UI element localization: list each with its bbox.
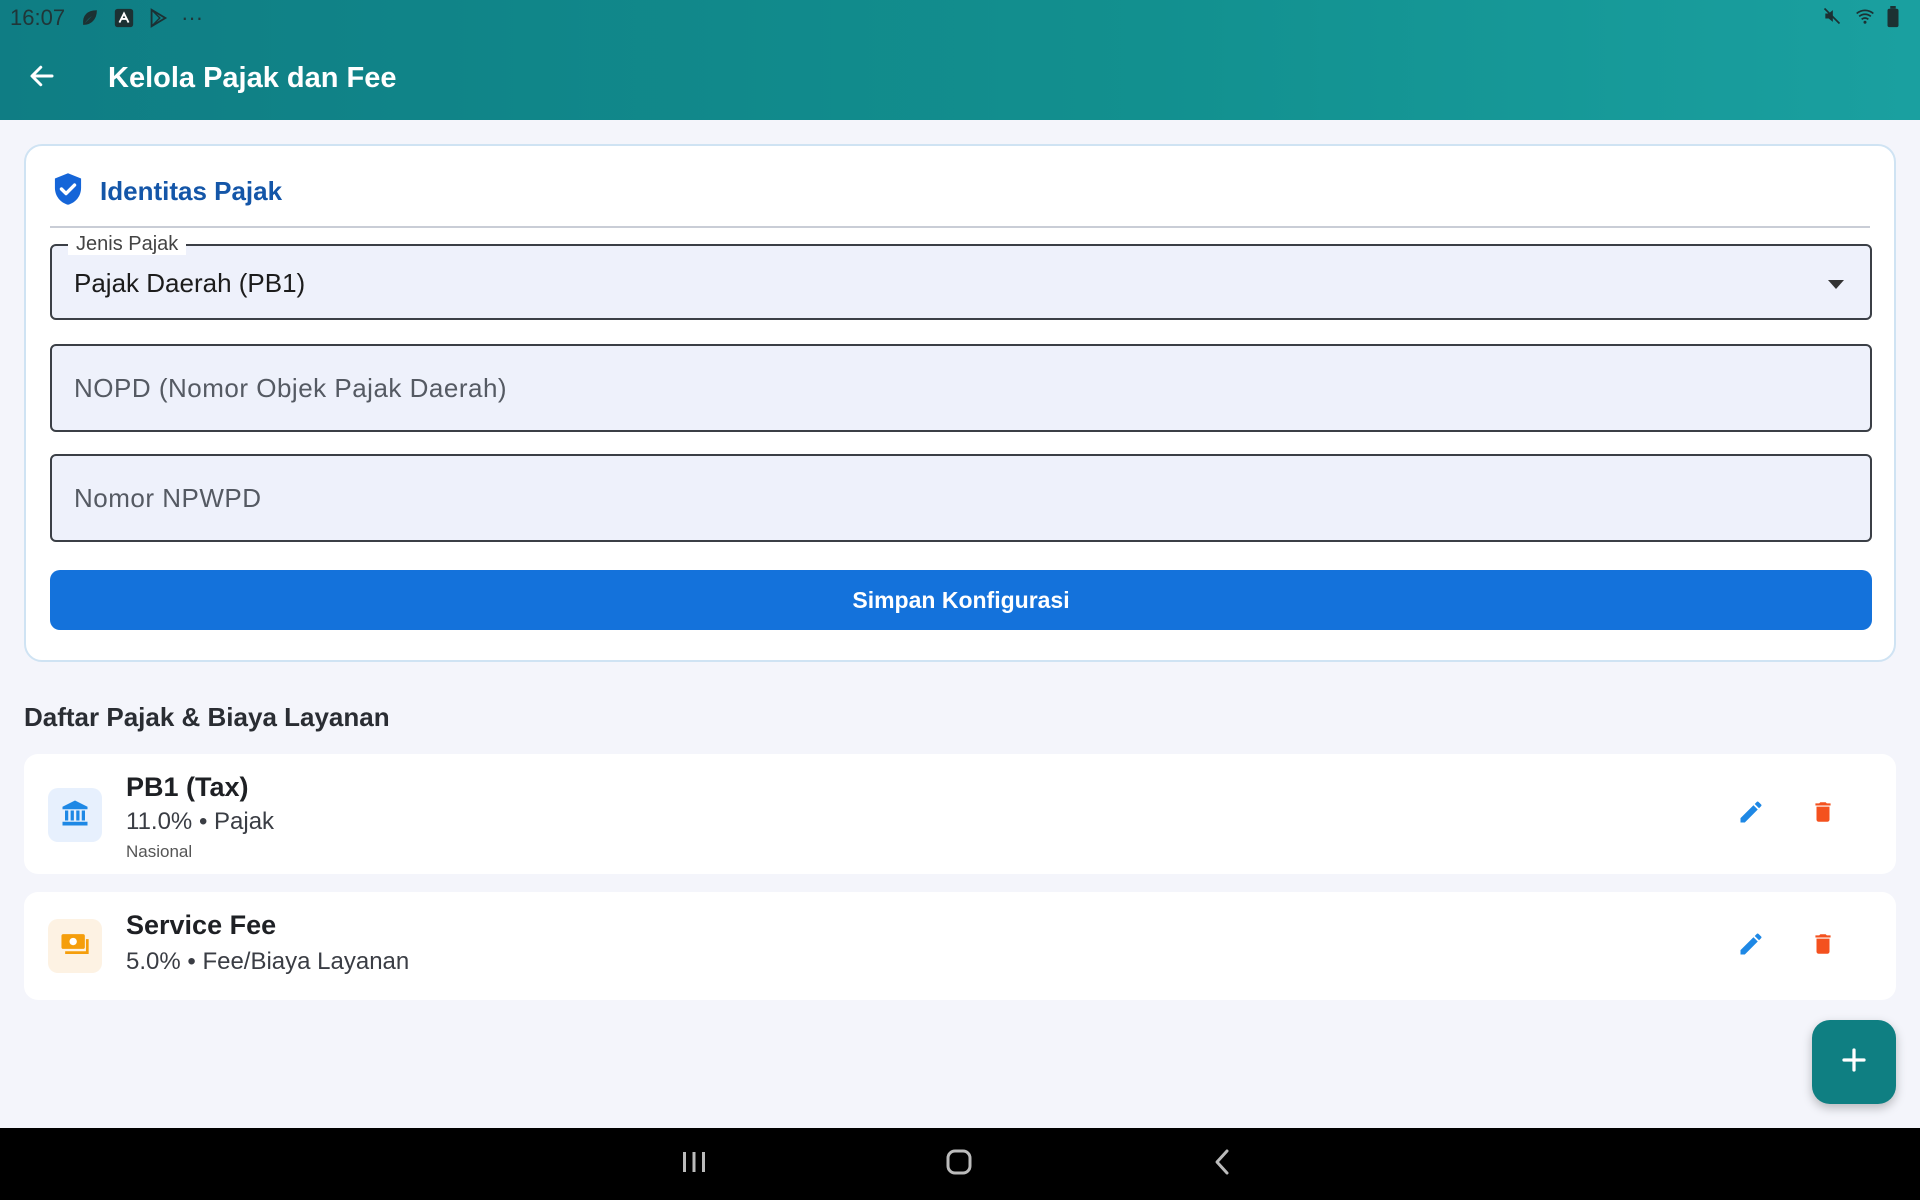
delete-button[interactable]	[1798, 921, 1848, 971]
divider	[50, 226, 1870, 228]
add-fab-button[interactable]	[1812, 1020, 1896, 1104]
mute-icon	[1822, 6, 1844, 28]
item-icon-badge	[48, 919, 102, 973]
item-detail: 11.0% • Pajak	[126, 808, 275, 835]
item-name: Service Fee	[126, 910, 277, 940]
play-store-icon	[147, 7, 169, 29]
card-title: Identitas Pajak	[100, 176, 283, 206]
tax-type-value: Pajak Daerah (PB1)	[74, 268, 306, 298]
delete-button[interactable]	[1798, 789, 1848, 839]
npwpd-field-container	[50, 454, 1872, 542]
trash-icon	[1810, 930, 1836, 963]
shield-check-icon	[52, 172, 84, 211]
system-nav-bar	[0, 1128, 1920, 1200]
home-icon	[945, 1148, 973, 1181]
status-bar: 16:07 ···	[0, 0, 1920, 36]
save-config-button[interactable]: Simpan Konfigurasi	[50, 570, 1872, 630]
card-header: Identitas Pajak	[52, 172, 282, 211]
recent-apps-icon	[681, 1150, 707, 1179]
pencil-icon	[1737, 798, 1765, 831]
edit-button[interactable]	[1726, 789, 1776, 839]
plus-icon	[1839, 1045, 1869, 1080]
pencil-icon	[1737, 930, 1765, 963]
tax-type-select[interactable]: Jenis Pajak Pajak Daerah (PB1)	[50, 233, 1872, 320]
recent-apps-button[interactable]	[670, 1142, 718, 1186]
app-store-icon	[113, 7, 135, 29]
item-icon-badge	[48, 788, 102, 842]
trash-icon	[1810, 798, 1836, 831]
page-title: Kelola Pajak dan Fee	[108, 61, 397, 94]
item-detail: 5.0% • Fee/Biaya Layanan	[126, 948, 410, 975]
back-button[interactable]	[0, 36, 84, 120]
item-name: PB1 (Tax)	[126, 772, 249, 802]
npwpd-field[interactable]	[52, 456, 1870, 540]
bank-icon	[60, 798, 90, 833]
edit-button[interactable]	[1726, 921, 1776, 971]
arrow-left-icon	[27, 61, 57, 96]
list-item[interactable]: Service Fee 5.0% • Fee/Biaya Layanan	[24, 892, 1896, 1000]
nopd-field-container	[50, 344, 1872, 432]
identity-card: Identitas Pajak Jenis Pajak Pajak Daerah…	[24, 144, 1896, 662]
list-item[interactable]: PB1 (Tax) 11.0% • Pajak Nasional	[24, 754, 1896, 874]
wifi-icon	[1854, 6, 1876, 28]
list-section-title: Daftar Pajak & Biaya Layanan	[24, 702, 390, 732]
status-overflow: ···	[181, 5, 204, 30]
home-button[interactable]	[935, 1142, 983, 1186]
money-icon	[59, 929, 91, 964]
leaf-icon	[79, 7, 101, 29]
app-bar: 16:07 ··· Kelola Pajak dan Fee	[0, 0, 1920, 120]
battery-icon	[1886, 6, 1908, 28]
dropdown-arrow-icon	[1828, 280, 1844, 289]
status-time: 16:07	[10, 5, 66, 30]
item-scope: Nasional	[126, 842, 193, 861]
nopd-field[interactable]	[52, 346, 1870, 430]
back-icon	[1210, 1148, 1234, 1181]
nav-back-button[interactable]	[1198, 1142, 1246, 1186]
tax-type-label: Jenis Pajak	[68, 233, 187, 255]
